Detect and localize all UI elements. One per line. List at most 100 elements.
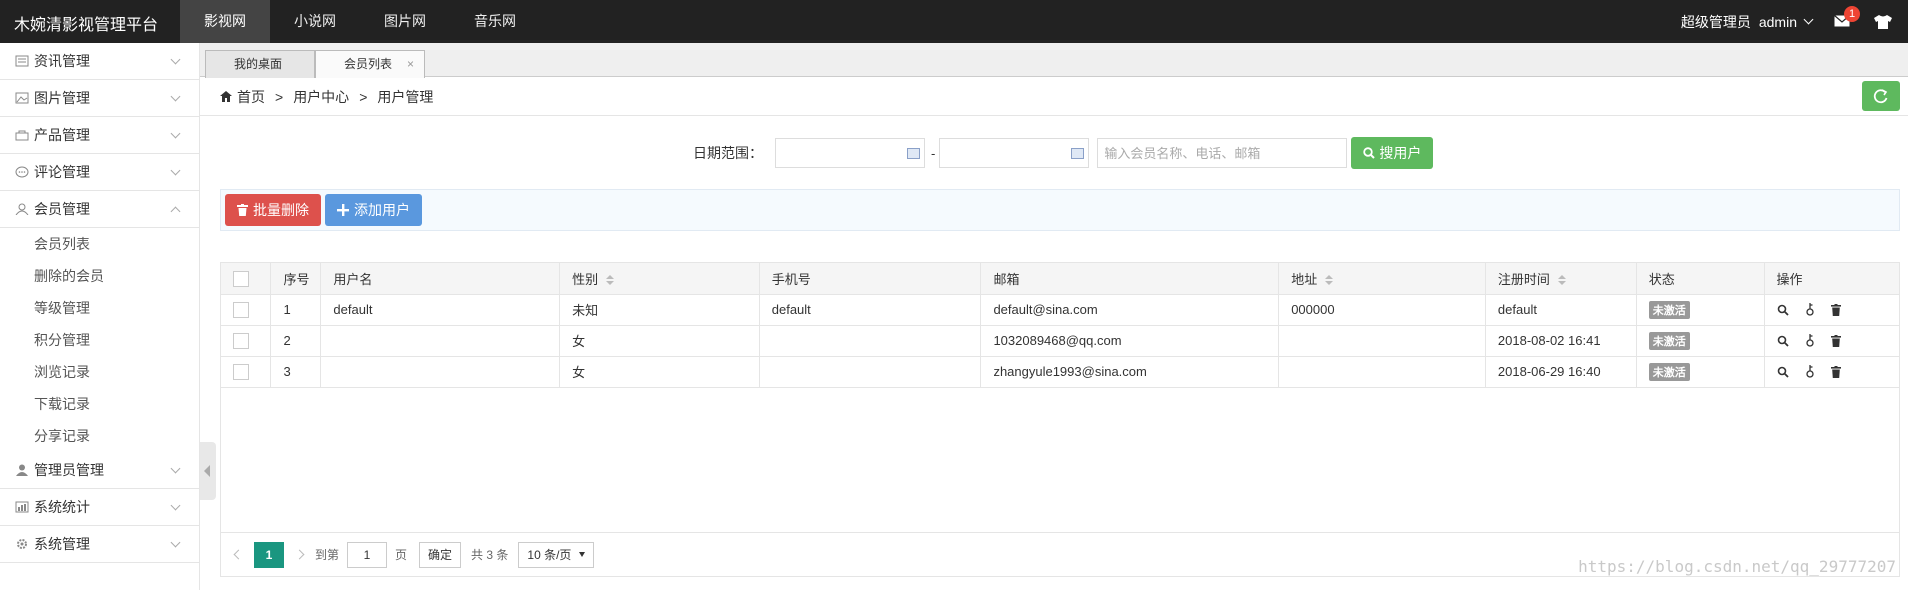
page-size-select[interactable]: 10 条/页: [518, 541, 595, 568]
goto-page-input[interactable]: 1: [347, 541, 388, 568]
trash-icon[interactable]: [1830, 334, 1841, 347]
submenu-deleted-members[interactable]: 删除的会员: [0, 260, 199, 292]
gear-icon: [17, 539, 27, 549]
col-header-reg-time[interactable]: 注册时间: [1484, 263, 1637, 295]
batch-delete-button[interactable]: 批量删除: [225, 194, 321, 226]
sort-icon[interactable]: [606, 275, 615, 286]
submenu-share-history[interactable]: 分享记录: [0, 420, 199, 452]
submenu-download-history[interactable]: 下载记录: [0, 388, 199, 420]
skin-icon[interactable]: [1874, 14, 1892, 29]
user-menu[interactable]: admin: [1759, 14, 1797, 30]
select-all-checkbox[interactable]: [233, 270, 249, 287]
row-checkbox[interactable]: [233, 363, 249, 380]
breadcrumb-separator: >: [275, 88, 284, 105]
cell-email: 1032089468@qq.com: [980, 324, 1280, 357]
page-number-current[interactable]: 1: [254, 541, 284, 568]
caret-down-icon: [579, 552, 586, 557]
trash-icon[interactable]: [1830, 365, 1841, 378]
row-checkbox[interactable]: [233, 332, 249, 349]
menu-members[interactable]: 会员管理: [0, 191, 199, 228]
nav-movie[interactable]: 影视网: [180, 0, 270, 43]
add-user-button[interactable]: 添加用户: [325, 194, 422, 226]
search-icon[interactable]: [1777, 366, 1789, 378]
message-badge: 1: [1844, 6, 1860, 22]
chevron-down-icon: [170, 128, 181, 139]
menu-stats[interactable]: 系统统计: [0, 489, 199, 526]
submenu-browse-history[interactable]: 浏览记录: [0, 356, 199, 388]
keyword-input[interactable]: [1097, 138, 1348, 168]
menu-pictures[interactable]: 图片管理: [0, 80, 199, 117]
key-icon[interactable]: [1805, 334, 1815, 347]
cell-gender: 未知: [559, 293, 760, 326]
chevron-down-icon: [170, 54, 181, 65]
breadcrumb-user-center[interactable]: 用户中心: [293, 87, 349, 107]
nav-novel[interactable]: 小说网: [270, 0, 360, 43]
prev-page-arrow[interactable]: [233, 549, 244, 560]
menu-admins[interactable]: 管理员管理: [0, 452, 199, 489]
trash-icon[interactable]: [1830, 303, 1841, 316]
message-button[interactable]: 1: [1834, 6, 1860, 28]
next-page-arrow[interactable]: [294, 549, 305, 560]
date-start-input[interactable]: [775, 138, 925, 168]
table-toolbar: 批量删除 添加用户: [220, 189, 1900, 231]
tab-bar: 我的桌面 会员列表 ×: [200, 43, 1908, 78]
goto-label: 到第: [315, 548, 340, 562]
cell-status: 未激活: [1635, 293, 1765, 326]
sort-icon[interactable]: [1325, 275, 1334, 286]
select-all-cell: [221, 263, 272, 295]
search-icon: [1363, 147, 1376, 159]
menu-system[interactable]: 系统管理: [0, 526, 199, 563]
chevron-down-icon[interactable]: [1803, 14, 1814, 25]
page-size-value: 10 条/页: [527, 547, 572, 562]
col-header-address[interactable]: 地址: [1278, 263, 1486, 295]
col-header-gender[interactable]: 性别: [559, 263, 760, 295]
nav-picture[interactable]: 图片网: [360, 0, 450, 43]
col-header-username: 用户名: [320, 263, 561, 295]
menu-label: 资讯管理: [34, 53, 90, 69]
col-header-email: 邮箱: [980, 263, 1280, 295]
row-select-cell: [221, 355, 272, 388]
cell-gender: 女: [559, 355, 760, 388]
home-icon: [220, 91, 232, 102]
table-header-row: 序号 用户名 性别 手机号 邮箱 地址 注册时间 状态 操作: [221, 263, 1899, 295]
date-end-input[interactable]: [939, 138, 1090, 168]
row-checkbox[interactable]: [233, 301, 249, 318]
sidebar-collapse-handle[interactable]: [200, 442, 216, 500]
news-icon: [15, 55, 29, 67]
search-users-button[interactable]: 搜用户: [1351, 137, 1434, 169]
search-icon[interactable]: [1777, 335, 1789, 347]
search-icon[interactable]: [1777, 304, 1789, 316]
user-role: 超级管理员: [1680, 13, 1751, 30]
menu-products[interactable]: 产品管理: [0, 117, 199, 154]
cell-actions: [1763, 355, 1899, 388]
breadcrumb-home[interactable]: 首页: [237, 87, 265, 107]
menu-comments[interactable]: 评论管理: [0, 154, 199, 191]
member-table: 序号 用户名 性别 手机号 邮箱 地址 注册时间 状态 操作 1 default…: [221, 263, 1899, 388]
key-icon[interactable]: [1805, 303, 1815, 316]
search-button-label: 搜用户: [1379, 145, 1422, 161]
header-label: 注册时间: [1497, 271, 1550, 287]
row-select-cell: [221, 324, 272, 357]
cell-username: [320, 355, 561, 388]
tab-member-list[interactable]: 会员列表 ×: [315, 50, 425, 78]
top-bar: 木婉清影视管理平台 影视网 小说网 图片网 音乐网 超级管理员 admin 1: [0, 0, 1908, 43]
chevron-up-icon: [170, 206, 181, 217]
menu-news[interactable]: 资讯管理: [0, 43, 199, 80]
cell-reg-time: default: [1484, 293, 1637, 326]
submenu-levels[interactable]: 等级管理: [0, 292, 199, 324]
cell-address: 000000: [1278, 293, 1486, 326]
close-icon[interactable]: ×: [407, 51, 414, 77]
nav-music[interactable]: 音乐网: [450, 0, 540, 43]
cell-phone: default: [758, 293, 982, 326]
admin-icon: [16, 464, 28, 476]
sort-icon[interactable]: [1557, 275, 1566, 286]
submenu-points[interactable]: 积分管理: [0, 324, 199, 356]
tab-desktop[interactable]: 我的桌面: [205, 50, 315, 78]
goto-confirm-button[interactable]: 确定: [419, 541, 462, 568]
app-logo: 木婉清影视管理平台: [14, 17, 159, 34]
key-icon[interactable]: [1805, 365, 1815, 378]
menu-label: 系统管理: [34, 536, 90, 552]
submenu-member-list[interactable]: 会员列表: [0, 228, 199, 260]
refresh-button[interactable]: [1862, 81, 1900, 111]
page-unit-label: 页: [395, 548, 408, 562]
